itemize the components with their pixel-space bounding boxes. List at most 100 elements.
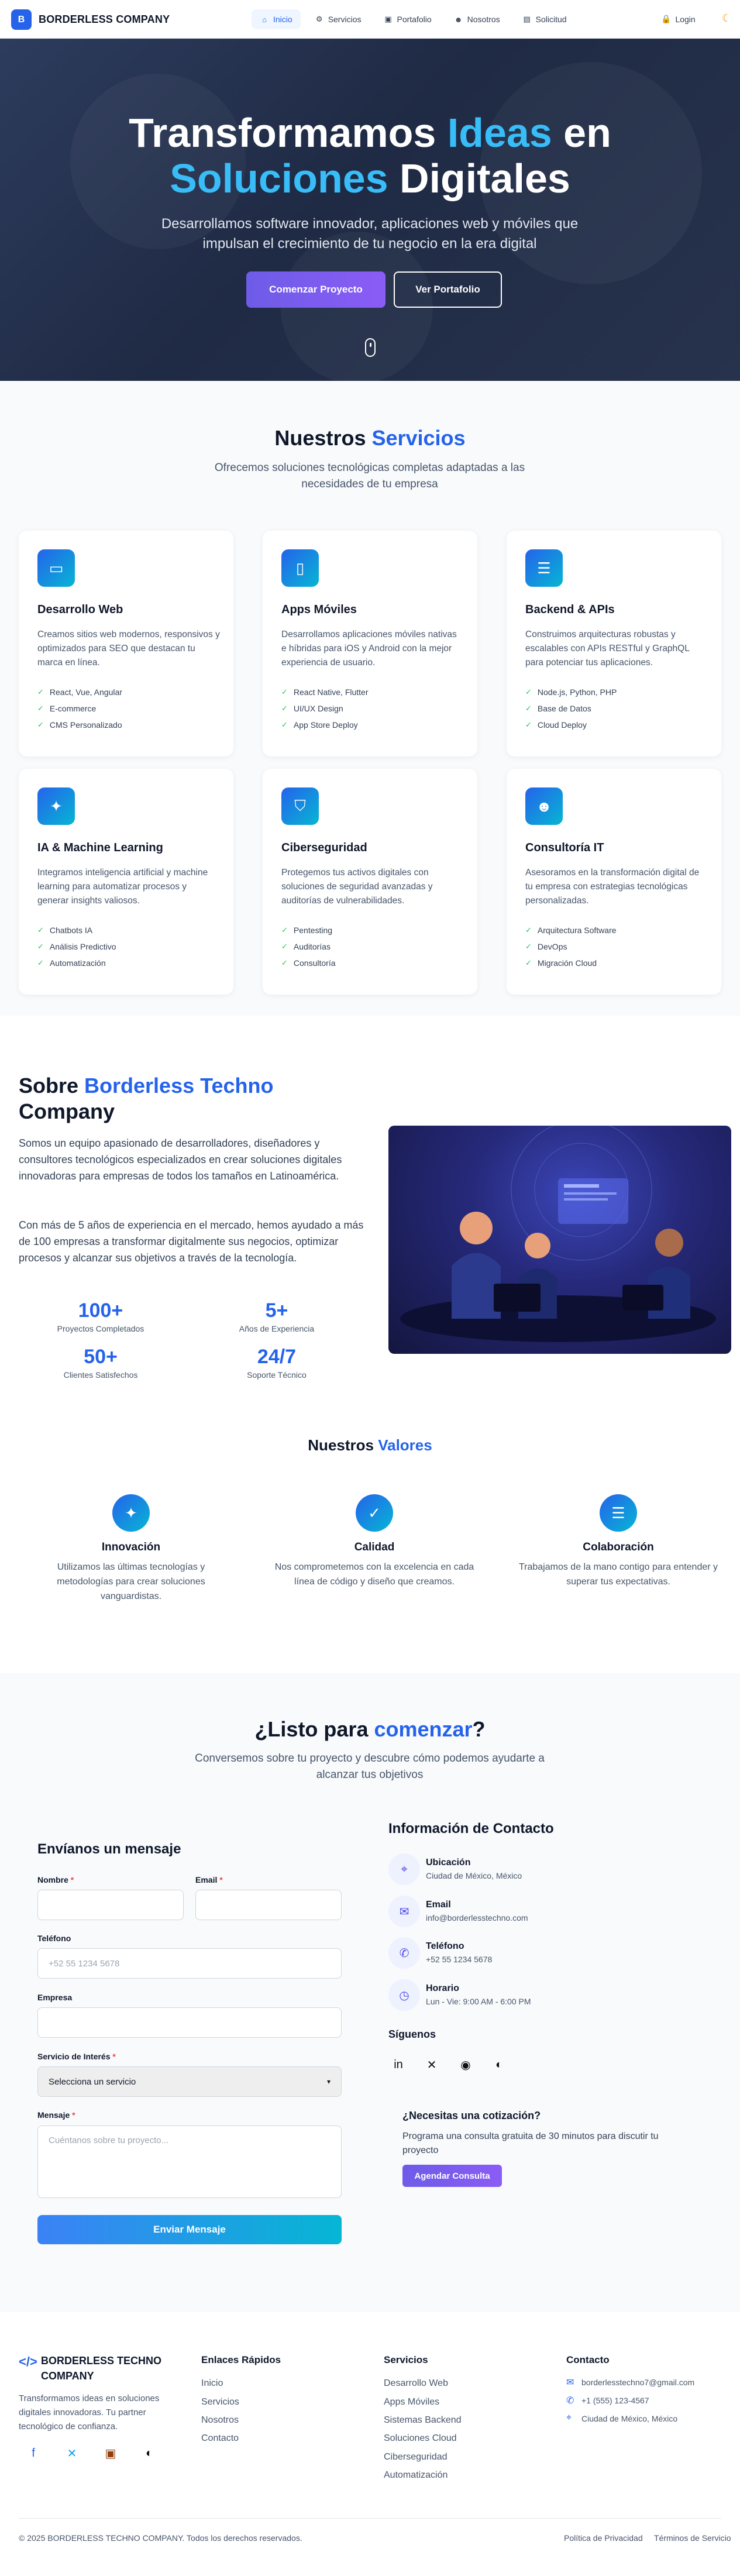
service-feature: ✓ CMS Personalizado — [37, 717, 122, 733]
moon-icon[interactable]: ☾ — [722, 12, 731, 25]
footer-service-link[interactable]: Soluciones Cloud — [384, 2433, 457, 2444]
footer-link[interactable]: Servicios — [201, 2397, 239, 2408]
service-feature-list: ✓ Chatbots IA ✓ Análisis Predictivo ✓ Autom… — [37, 922, 116, 971]
footer-service-link[interactable]: Ciberseguridad — [384, 2452, 448, 2462]
brand-name[interactable]: BORDERLESS COMPANY — [39, 13, 170, 26]
stat-label: Proyectos Completados — [57, 1324, 144, 1333]
footer-service-link[interactable]: Sistemas Backend — [384, 2415, 462, 2426]
about-title-part: Company — [19, 1099, 115, 1123]
service-card[interactable]: ✦ IA & Machine Learning Integramos intel… — [19, 769, 233, 995]
service-card[interactable]: ▭ Desarrollo Web Creamos sitios web mode… — [19, 531, 233, 756]
nav-item-nosotros[interactable]: ☻ Nosotros — [446, 9, 508, 29]
service-card[interactable]: ☰ Backend & APIs Construimos arquitectur… — [507, 531, 721, 756]
check-icon: ✓ — [281, 704, 288, 713]
quote-description: Programa una consulta gratuita de 30 min… — [402, 2131, 659, 2155]
facebook-icon[interactable]: f — [23, 2443, 43, 2463]
service-card[interactable]: ⛉ Ciberseguridad Protegemos tus activos … — [263, 769, 477, 995]
view-portfolio-button[interactable]: Ver Portafolio — [394, 271, 502, 308]
service-feature-label: React Native, Flutter — [293, 687, 369, 697]
follow-title: Síguenos — [388, 2028, 436, 2040]
nav-item-servicios[interactable]: ⚙ Servicios — [307, 9, 370, 29]
name-label: Nombre * — [37, 1875, 74, 1884]
privacy-link[interactable]: Política de Privacidad — [564, 2533, 643, 2543]
services-subtitle: Ofrecemos soluciones tecnológicas comple… — [214, 462, 525, 490]
services-title-part: Nuestros — [274, 426, 372, 450]
footer-contact-title: Contacto — [566, 2354, 610, 2365]
linkedin-icon[interactable]: in — [388, 2055, 408, 2075]
send-message-button[interactable]: Enviar Mensaje — [37, 2215, 342, 2244]
footer-link[interactable]: Inicio — [201, 2378, 223, 2389]
twitter-icon[interactable]: ✕ — [422, 2055, 442, 2075]
contact-info-value: Lun - Vie: 9:00 AM - 6:00 PM — [426, 1997, 531, 2006]
briefcase-icon[interactable]: ▣ — [101, 2443, 121, 2463]
value-description: Utilizamos las últimas tecnologías y met… — [57, 1562, 205, 1601]
schedule-consultation-button[interactable]: Agendar Consulta — [402, 2165, 502, 2187]
team-illustration-svg — [400, 1126, 716, 1342]
service-feature-label: E-commerce — [49, 704, 97, 713]
login-link[interactable]: 🔒 Login — [661, 14, 696, 24]
twitter-icon[interactable]: ✕ — [62, 2443, 82, 2463]
company-input[interactable] — [37, 2007, 342, 2038]
footer-services-title: Servicios — [384, 2354, 428, 2365]
contact-info-label: Teléfono — [426, 1941, 464, 1951]
footer-contact-value[interactable]: borderlesstechno7@gmail.com — [581, 2378, 694, 2387]
service-card-title: IA & Machine Learning — [37, 841, 163, 854]
terms-link[interactable]: Términos de Servicio — [654, 2533, 731, 2543]
quote-card: ¿Necesitas una cotización? Programa una … — [388, 2096, 731, 2202]
check-circle-icon: ✓ — [356, 1494, 393, 1532]
phone-input[interactable]: +52 55 1234 5678 — [37, 1948, 342, 1979]
about-paragraph: Somos un equipo apasionado de desarrolla… — [19, 1137, 342, 1182]
nav-item-solicitud[interactable]: ▤ Solicitud — [514, 9, 575, 29]
service-card-description: Desarrollamos aplicaciones móviles nativ… — [281, 630, 457, 668]
footer-service-link[interactable]: Apps Móviles — [384, 2397, 439, 2408]
footer-link[interactable]: Nosotros — [201, 2415, 239, 2426]
stat-value: 100+ — [78, 1299, 123, 1322]
chevron-down-icon: ▾ — [326, 2078, 331, 2086]
service-feature: ✓ Pentesting — [281, 922, 336, 938]
github-icon[interactable]: ◐ — [489, 2055, 509, 2075]
nav-item-portafolio[interactable]: ▣ Portafolio — [375, 9, 439, 29]
start-project-button[interactable]: Comenzar Proyecto — [246, 271, 386, 308]
pinterest-icon[interactable]: ◉ — [456, 2055, 476, 2075]
scroll-down-icon[interactable] — [365, 338, 376, 357]
shield-icon: ⛉ — [281, 787, 319, 825]
check-icon: ✓ — [525, 720, 532, 729]
footer-link[interactable]: Contacto — [201, 2433, 239, 2444]
required-mark: * — [70, 1875, 74, 1884]
service-card[interactable]: ▯ Apps Móviles Desarrollamos aplicacione… — [263, 531, 477, 756]
home-icon: ⌂ — [262, 15, 267, 24]
footer-contact-value[interactable]: +1 (555) 123-4567 — [581, 2396, 649, 2405]
required-mark: * — [112, 2052, 116, 2061]
contact-info-value[interactable]: info@borderlesstechno.com — [426, 1913, 528, 1922]
service-card-description: Integramos inteligencia artificial y mac… — [37, 868, 208, 906]
check-icon: ✓ — [525, 704, 532, 713]
logo[interactable]: B — [11, 9, 32, 30]
about-paragraph: Con más de 5 años de experiencia en el m… — [19, 1219, 364, 1264]
team-illustration — [388, 1126, 731, 1354]
smartphone-icon: ▯ — [281, 549, 319, 587]
nav-item-inicio[interactable]: ⌂ Inicio — [252, 9, 301, 29]
lightbulb-icon: ✦ — [37, 787, 75, 825]
name-input[interactable] — [37, 1890, 184, 1920]
footer-brand[interactable]: BORDERLESS TECHNO COMPANY — [41, 2353, 170, 2384]
github-icon[interactable]: ◐ — [139, 2443, 159, 2463]
check-icon: ✓ — [37, 704, 44, 713]
service-select[interactable]: Selecciona un servicio ▾ — [37, 2066, 342, 2097]
lightbulb-icon: ✦ — [112, 1494, 150, 1532]
service-feature-label: Automatización — [49, 958, 106, 968]
service-feature: ✓ Migración Cloud — [525, 955, 617, 971]
service-card-title: Consultoría IT — [525, 841, 604, 854]
service-feature-label: Cloud Deploy — [537, 720, 587, 730]
service-card[interactable]: ☻ Consultoría IT Asesoramos en la transf… — [507, 769, 721, 995]
service-feature-label: Auditorías — [293, 942, 331, 951]
message-textarea[interactable]: Cuéntanos sobre tu proyecto... — [37, 2126, 342, 2198]
footer-service-link[interactable]: Automatización — [384, 2470, 448, 2481]
email-input[interactable] — [195, 1890, 342, 1920]
check-icon: ✓ — [281, 720, 288, 729]
check-icon: ✓ — [281, 958, 288, 967]
contact-info-value[interactable]: +52 55 1234 5678 — [426, 1955, 492, 1964]
footer-service-link[interactable]: Desarrollo Web — [384, 2378, 448, 2389]
hero-title: Transformamos Ideas en Soluciones Digita… — [0, 110, 740, 201]
contact-subtitle: Conversemos sobre tu proyecto y descubre… — [195, 1752, 545, 1781]
about-title: Sobre Borderless Techno Company — [19, 1073, 323, 1124]
